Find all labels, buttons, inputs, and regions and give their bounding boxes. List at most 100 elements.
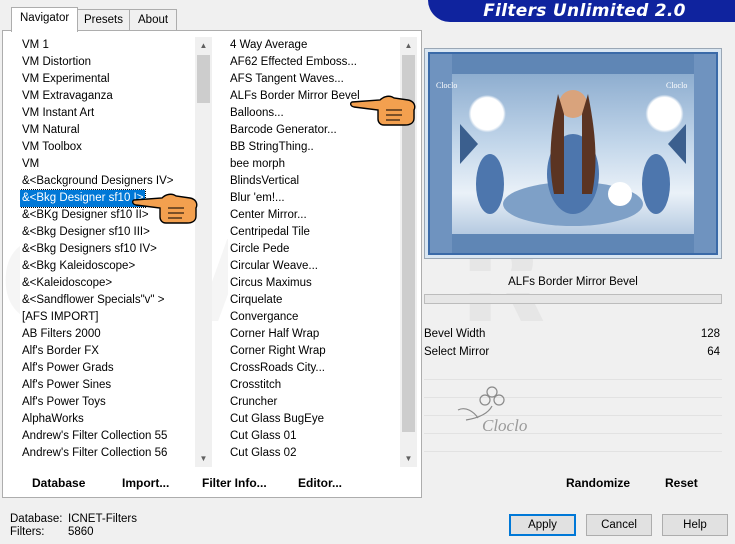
filter-list-item[interactable]: Blur 'em!... bbox=[228, 190, 400, 207]
category-list-item-label: Andrew's Filter Collection 56 bbox=[22, 447, 168, 459]
scroll-up-icon[interactable]: ▲ bbox=[195, 37, 212, 54]
filter-list-item[interactable]: Cut Glass BugEye bbox=[228, 411, 400, 428]
category-list-item-label: &<Sandflower Specials"v" > bbox=[22, 294, 165, 306]
category-list-item[interactable]: &<Bkg Designer sf10 III> bbox=[20, 224, 195, 241]
category-list-item[interactable]: Andrew's Filter Collection 56 bbox=[20, 445, 195, 462]
database-button[interactable]: Database bbox=[32, 476, 85, 490]
watermark-text: Cloclo bbox=[482, 416, 527, 435]
filter-list-item[interactable]: Circle Pede bbox=[228, 241, 400, 258]
category-list-item-label: VM Extravaganza bbox=[22, 90, 113, 102]
category-list-item[interactable]: AlphaWorks bbox=[20, 411, 195, 428]
category-list-item[interactable]: Alf's Power Toys bbox=[20, 394, 195, 411]
category-list-item[interactable]: VM Toolbox bbox=[20, 139, 195, 156]
filter-list-item[interactable]: Centripedal Tile bbox=[228, 224, 400, 241]
apply-button[interactable]: Apply bbox=[509, 514, 576, 536]
filter-info-button[interactable]: Filter Info... bbox=[202, 476, 267, 490]
category-list-item[interactable]: VM Distortion bbox=[20, 54, 195, 71]
category-list-item[interactable]: Alf's Power Grads bbox=[20, 360, 195, 377]
filter-list-item[interactable]: Cut Glass 01 bbox=[228, 428, 400, 445]
category-scrollbar[interactable]: ▲ ▼ bbox=[195, 37, 212, 467]
scroll-down-icon[interactable]: ▼ bbox=[400, 450, 417, 467]
category-list-item[interactable]: Andrew's Filter Collection 55 bbox=[20, 428, 195, 445]
category-list-item-label: &<Background Designers IV> bbox=[22, 175, 174, 187]
filter-list-item[interactable]: 4 Way Average bbox=[228, 37, 400, 54]
filter-list-item[interactable]: Corner Half Wrap bbox=[228, 326, 400, 343]
filter-list-item[interactable]: Circular Weave... bbox=[228, 258, 400, 275]
scroll-up-icon[interactable]: ▲ bbox=[400, 37, 417, 54]
app-brand-title: Filters Unlimited 2.0 bbox=[428, 0, 735, 22]
editor-button[interactable]: Editor... bbox=[298, 476, 342, 490]
tab-about[interactable]: About bbox=[129, 9, 178, 30]
scroll-down-icon[interactable]: ▼ bbox=[195, 450, 212, 467]
category-list-item[interactable]: &<Sandflower Specials"v" > bbox=[20, 292, 195, 309]
category-list-item-label: &<Bkg Designer sf10 I> bbox=[20, 189, 147, 208]
filter-list-item-label: Crosstitch bbox=[230, 379, 282, 391]
category-list[interactable]: VM 1 VM Distortion VM Experimental VM Extra… bbox=[20, 37, 195, 465]
scroll-thumb[interactable] bbox=[197, 55, 210, 103]
category-list-item[interactable]: &<Kaleidoscope> bbox=[20, 275, 195, 292]
tab-presets[interactable]: Presets bbox=[75, 9, 132, 30]
cancel-button[interactable]: Cancel bbox=[586, 514, 652, 536]
parameter-row[interactable]: Bevel Width 128 bbox=[424, 325, 722, 343]
category-list-item[interactable]: &<Bkg Kaleidoscope> bbox=[20, 258, 195, 275]
category-list-item[interactable]: VM Instant Art bbox=[20, 105, 195, 122]
filter-list-item[interactable]: Cut Glass 02 bbox=[228, 445, 400, 462]
category-list-item[interactable]: Alf's Power Sines bbox=[20, 377, 195, 394]
filter-list-item-label: bee morph bbox=[230, 158, 285, 170]
filter-list-item[interactable]: Cirquelate bbox=[228, 292, 400, 309]
filter-list-item[interactable]: BlindsVertical bbox=[228, 173, 400, 190]
filter-list-item-label: Cut Glass 02 bbox=[230, 447, 297, 459]
help-button[interactable]: Help bbox=[662, 514, 728, 536]
category-list-item[interactable]: &<Background Designers IV> bbox=[20, 173, 195, 190]
randomize-button[interactable]: Randomize bbox=[566, 476, 630, 490]
filter-list-item-label: Centripedal Tile bbox=[230, 226, 310, 238]
reset-button[interactable]: Reset bbox=[665, 476, 698, 490]
filter-list-item-label: Circle Pede bbox=[230, 243, 290, 255]
status-database-value: ICNET-Filters bbox=[68, 513, 137, 525]
category-list-item[interactable]: VM Extravaganza bbox=[20, 88, 195, 105]
category-list-item-label: Alf's Power Toys bbox=[22, 396, 106, 408]
filter-list-item[interactable]: BB StringThing.. bbox=[228, 139, 400, 156]
filter-list-item[interactable]: AF62 Effected Emboss... bbox=[228, 54, 400, 71]
category-list-item[interactable]: VM Experimental bbox=[20, 71, 195, 88]
parameter-label: Bevel Width bbox=[424, 328, 486, 340]
status-filters-label: Filters: bbox=[10, 526, 45, 538]
category-list-item-label: Andrew's Filter Collection 55 bbox=[22, 430, 168, 442]
category-list-item[interactable]: &<Bkg Designers sf10 IV> bbox=[20, 241, 195, 258]
category-list-item-label: AlphaWorks bbox=[22, 413, 84, 425]
filter-list-item[interactable]: bee morph bbox=[228, 156, 400, 173]
category-list-item[interactable]: VM 1 bbox=[20, 37, 195, 54]
filter-list-item[interactable]: CrossRoads City... bbox=[228, 360, 400, 377]
filter-list-item-label: Blur 'em!... bbox=[230, 192, 285, 204]
category-list-item[interactable]: VM Natural bbox=[20, 122, 195, 139]
filter-list-item[interactable]: AFS Tangent Waves... bbox=[228, 71, 400, 88]
category-list-item-label: [AFS IMPORT] bbox=[22, 311, 99, 323]
filter-list-item[interactable]: Crosstitch bbox=[228, 377, 400, 394]
status-filters-value: 5860 bbox=[68, 526, 94, 538]
status-database-label: Database: bbox=[10, 513, 63, 525]
filter-list-item-label: Center Mirror... bbox=[230, 209, 307, 221]
parameter-row[interactable]: Select Mirror 64 bbox=[424, 343, 722, 361]
category-list-item[interactable]: VM bbox=[20, 156, 195, 173]
filter-list-item[interactable]: Circus Maximus bbox=[228, 275, 400, 292]
filter-list-item-label: Cut Glass 01 bbox=[230, 430, 297, 442]
category-list-item-label: VM Instant Art bbox=[22, 107, 95, 119]
filter-list-item-label: Corner Half Wrap bbox=[230, 328, 320, 340]
tab-navigator[interactable]: Navigator bbox=[11, 7, 79, 32]
category-list-item[interactable]: [AFS IMPORT] bbox=[20, 309, 195, 326]
preview-artwork: Cloclo Cloclo bbox=[430, 54, 716, 253]
preview-image: Cloclo Cloclo bbox=[428, 52, 718, 255]
category-list-item-label: Alf's Power Sines bbox=[22, 379, 112, 391]
pointing-hand-icon bbox=[132, 193, 198, 224]
import-button[interactable]: Import... bbox=[122, 476, 169, 490]
filter-list-item[interactable]: Center Mirror... bbox=[228, 207, 400, 224]
category-list-item-label: &<Bkg Kaleidoscope> bbox=[22, 260, 136, 272]
filter-list-item[interactable]: Convergance bbox=[228, 309, 400, 326]
category-list-item[interactable]: Alf's Border FX bbox=[20, 343, 195, 360]
category-list-item[interactable]: AB Filters 2000 bbox=[20, 326, 195, 343]
category-list-item-label: VM Toolbox bbox=[22, 141, 82, 153]
filter-list-item[interactable]: Corner Right Wrap bbox=[228, 343, 400, 360]
parameter-label: Select Mirror bbox=[424, 346, 490, 358]
filter-list-item[interactable]: Cruncher bbox=[228, 394, 400, 411]
filter-list-item-label: AF62 Effected Emboss... bbox=[230, 56, 357, 68]
